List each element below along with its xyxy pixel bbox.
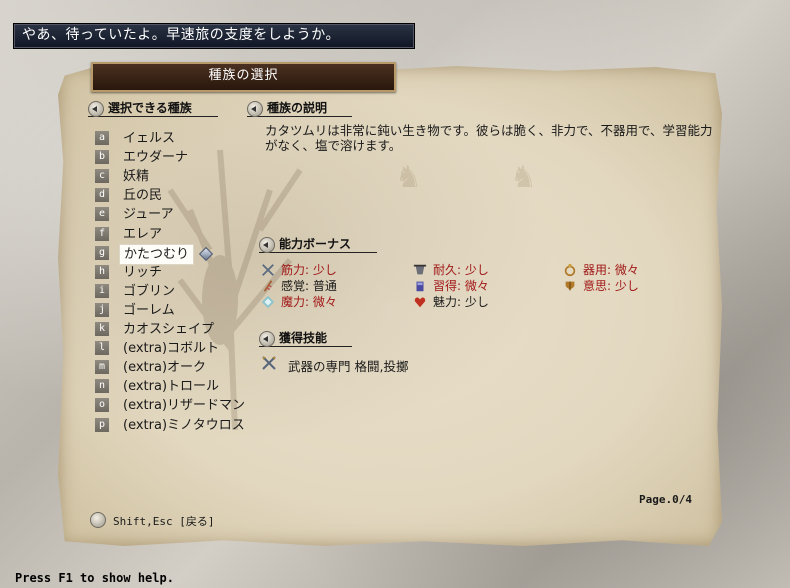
race-label: カオスシェイプ — [123, 322, 215, 337]
window-title: 種族の選択 — [208, 68, 279, 83]
faint-emblem-right: ♞ — [510, 160, 537, 195]
race-key: m — [95, 360, 109, 375]
race-item[interactable]: o (extra)リザードマン — [95, 396, 275, 415]
race-label: 妖精 — [123, 169, 150, 185]
race-description: カタツムリは非常に鈍い生き物です。彼らは脆く、非力で、不器用で、学習能力がなく、… — [265, 123, 713, 153]
arrow-icon — [259, 237, 275, 253]
race-item[interactable]: e ジューア — [95, 205, 275, 224]
race-label: (extra)コボルト — [123, 341, 220, 357]
race-item[interactable]: k カオスシェイプ — [95, 320, 275, 339]
description-heading-label: 種族の説明 — [267, 101, 328, 115]
race-key: d — [95, 188, 109, 203]
bonus-label: 耐久: 少し — [433, 263, 489, 277]
race-key: j — [95, 302, 109, 317]
race-item[interactable]: i ゴブリン — [95, 282, 275, 301]
skills-text: 武器の専門 格闘,投擲 — [288, 359, 409, 374]
race-key: o — [95, 398, 109, 413]
race-item[interactable]: m (extra)オーク — [95, 358, 275, 377]
race-key: p — [95, 417, 109, 432]
race-item[interactable]: b エウダーナ — [95, 148, 275, 167]
back-hint[interactable]: Shift,Esc [戻る] — [113, 513, 214, 529]
race-label: (extra)オーク — [123, 360, 207, 376]
race-label: ゴーレム — [123, 302, 175, 318]
heart-icon — [414, 297, 426, 308]
bonus-heading-label: 能力ボーナス — [279, 237, 352, 251]
magic-icon — [261, 295, 275, 309]
race-label: (extra)ミノタウロス — [123, 417, 245, 433]
feather-icon — [263, 280, 273, 292]
faint-emblem-left: ♞ — [395, 160, 422, 195]
race-label: (extra)リザードマン — [123, 398, 246, 414]
arrow-icon — [247, 101, 263, 117]
race-item[interactable]: l (extra)コボルト — [95, 339, 275, 358]
race-item[interactable]: n (extra)トロール — [95, 377, 275, 396]
bonus-label: 筋力: 少し — [281, 263, 337, 277]
race-label: かたつむり — [119, 243, 195, 265]
hint-icon — [90, 512, 106, 528]
bonus-heading: 能力ボーナス — [259, 236, 377, 253]
race-key: i — [95, 283, 109, 298]
race-item[interactable]: j ゴーレム — [95, 301, 275, 320]
race-label: リッチ — [123, 264, 163, 280]
book-icon — [416, 281, 424, 292]
sword-icon — [262, 264, 274, 276]
race-key: n — [95, 379, 109, 394]
race-item[interactable]: f エレア — [95, 225, 275, 244]
arrow-icon — [259, 331, 275, 347]
race-item[interactable]: g かたつむり — [95, 243, 275, 265]
help-text: Press F1 to show help. — [15, 571, 174, 585]
ring-icon — [564, 263, 576, 277]
race-key: g — [95, 245, 109, 260]
bonus-label: 習得: 微々 — [433, 279, 489, 293]
armor-icon — [413, 264, 427, 275]
arrow-icon — [88, 101, 104, 117]
race-label: ジューア — [123, 207, 174, 223]
race-key: l — [95, 341, 109, 356]
skills-heading: 獲得技能 — [259, 330, 352, 347]
race-item[interactable]: h リッチ — [95, 263, 275, 282]
race-item[interactable]: a イェルス — [95, 129, 275, 148]
message-text: やあ、待っていたよ。早速旅の支度をしようか。 — [22, 27, 341, 43]
race-item[interactable]: d 丘の民 — [95, 186, 275, 205]
race-label: イェルス — [123, 131, 176, 146]
race-label: ゴブリン — [123, 283, 176, 299]
race-key: a — [95, 131, 109, 145]
bonus-label: 意思: 少し — [583, 279, 639, 293]
bonus-label: 魔力: 微々 — [281, 295, 337, 309]
bonus-label: 魅力: 少し — [433, 295, 489, 309]
race-key: f — [95, 226, 109, 241]
description-heading: 種族の説明 — [247, 100, 352, 117]
race-label: エレア — [123, 226, 163, 242]
page-indicator: Page.0/4 — [639, 493, 692, 506]
race-key: k — [95, 322, 109, 336]
selection-diamond-icon — [198, 246, 214, 261]
race-label: 丘の民 — [123, 188, 163, 204]
race-key: c — [95, 169, 109, 184]
bonus-label: 器用: 微々 — [583, 263, 639, 277]
race-item[interactable]: c 妖精 — [95, 167, 275, 186]
race-list-heading: 選択できる種族 — [88, 100, 218, 117]
race-key: b — [95, 150, 109, 165]
race-key: h — [95, 264, 109, 279]
crossed-swords-icon — [262, 356, 276, 370]
bonus-label: 感覚: 普通 — [281, 279, 337, 293]
race-label: (extra)トロール — [123, 379, 220, 395]
race-label: エウダーナ — [123, 150, 189, 166]
skills-heading-label: 獲得技能 — [279, 331, 328, 345]
race-list-heading-label: 選択できる種族 — [108, 101, 192, 115]
race-item[interactable]: p (extra)ミノタウロス — [95, 416, 275, 435]
shield-icon — [565, 281, 575, 291]
race-key: e — [95, 207, 109, 222]
